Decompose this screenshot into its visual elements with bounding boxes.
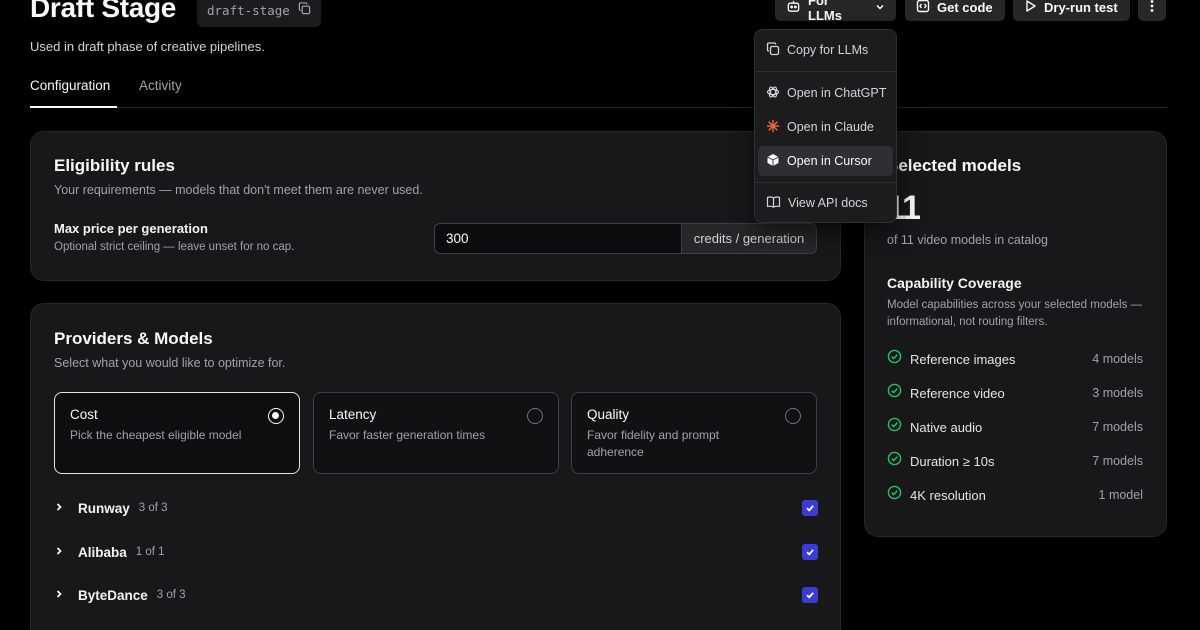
chevron-right-icon[interactable] (54, 543, 64, 561)
capability-label: Reference video (910, 385, 1005, 401)
check-circle-icon (887, 349, 902, 369)
option-description: Pick the cheapest eligible model (70, 428, 242, 442)
option-title: Latency (329, 407, 377, 422)
more-options-button[interactable] (1138, 0, 1166, 21)
provider-row-runway[interactable]: Runway 3 of 3 (54, 497, 818, 519)
providers-models-subtitle: Select what you would like to optimize f… (54, 356, 286, 370)
capability-row: Reference video 3 models (887, 383, 1143, 403)
provider-row-bytedance[interactable]: ByteDance 3 of 3 (54, 584, 818, 606)
tab-activity[interactable]: Activity (139, 78, 182, 93)
optimize-option-quality[interactable]: Quality Favor fidelity and prompt adhere… (571, 392, 817, 474)
page-subtitle: Used in draft phase of creative pipeline… (30, 39, 265, 54)
chatgpt-icon (766, 85, 780, 102)
capability-count: 3 models (1092, 386, 1143, 400)
optimize-option-cost[interactable]: Cost Pick the cheapest eligible model (54, 392, 300, 474)
menu-item-copy-for-llms[interactable]: Copy for LLMs (758, 35, 893, 65)
get-code-button[interactable]: Get code (905, 0, 1005, 21)
eligibility-subtitle: Your requirements — models that don't me… (54, 183, 423, 197)
eligibility-card (30, 131, 841, 281)
provider-name: ByteDance (78, 587, 148, 603)
menu-item-label: Open in Claude (787, 120, 874, 134)
dry-run-button[interactable]: Dry-run test (1013, 0, 1130, 21)
capability-row: Reference images 4 models (887, 349, 1143, 369)
tabs-divider (30, 107, 1167, 108)
tab-configuration[interactable]: Configuration (30, 78, 110, 93)
option-description: Favor fidelity and prompt adherence (587, 428, 720, 459)
menu-item-label: Open in ChatGPT (787, 86, 887, 100)
menu-item-label: Copy for LLMs (787, 43, 869, 57)
provider-checkbox[interactable] (802, 587, 818, 603)
capability-row: 4K resolution 1 model (887, 485, 1143, 505)
dry-run-label: Dry-run test (1044, 0, 1118, 15)
providers-models-title: Providers & Models (54, 329, 213, 348)
max-price-input[interactable] (434, 223, 682, 254)
capability-count: 1 model (1098, 488, 1143, 502)
max-price-label: Max price per generation (54, 221, 208, 236)
provider-checkbox[interactable] (802, 500, 818, 516)
eligibility-title: Eligibility rules (54, 156, 175, 175)
capability-label: 4K resolution (910, 487, 986, 503)
provider-count: 1 of 1 (135, 546, 165, 558)
capability-label: Reference images (910, 351, 1016, 367)
for-llms-label: For LLMs (808, 0, 842, 23)
menu-item-open-in-chatgpt[interactable]: Open in ChatGPT (758, 78, 893, 108)
capability-coverage-subtitle: Model capabilities across your selected … (887, 299, 1143, 328)
provider-name: Alibaba (78, 544, 127, 560)
claude-icon (766, 119, 780, 136)
optimize-option-latency[interactable]: Latency Favor faster generation times (313, 392, 559, 474)
chevron-right-icon[interactable] (54, 586, 64, 604)
play-icon (1024, 0, 1037, 16)
capability-count: 7 models (1092, 420, 1143, 434)
selected-models-title: Selected models (887, 156, 1022, 175)
capability-count: 7 models (1092, 454, 1143, 468)
price-unit-suffix: credits / generation (681, 223, 817, 254)
menu-separator (755, 71, 896, 72)
menu-separator (755, 182, 896, 183)
option-title: Cost (70, 407, 98, 422)
check-circle-icon (887, 451, 902, 471)
selected-models-count-sub: of 11 video models in catalog (887, 233, 1048, 247)
for-llms-button[interactable]: For LLMs (775, 0, 896, 23)
capability-row: Native audio 7 models (887, 417, 1143, 437)
max-price-hint: Optional strict ceiling — leave unset fo… (54, 241, 295, 253)
chevron-right-icon[interactable] (54, 499, 64, 517)
radio-button[interactable] (527, 408, 543, 424)
copy-icon (766, 41, 780, 59)
slug-text: draft-stage (207, 3, 290, 18)
check-circle-icon (887, 417, 902, 437)
capability-row: Duration ≥ 10s 7 models (887, 451, 1143, 471)
provider-name: Runway (78, 500, 130, 516)
copy-icon[interactable] (298, 1, 311, 20)
capability-coverage-title: Capability Coverage (887, 275, 1022, 291)
menu-item-open-in-claude[interactable]: Open in Claude (758, 112, 893, 142)
menu-item-label: Open in Cursor (787, 154, 872, 168)
active-tab-indicator (30, 106, 117, 108)
for-llms-menu: Copy for LLMs Open in ChatGPT Open in Cl… (754, 29, 897, 223)
option-title: Quality (587, 407, 630, 422)
code-icon (916, 0, 930, 16)
provider-row-alibaba[interactable]: Alibaba 1 of 1 (54, 541, 818, 563)
book-icon (766, 195, 781, 212)
menu-item-open-in-cursor[interactable]: Open in Cursor (758, 146, 893, 176)
more-vertical-icon (1150, 0, 1154, 16)
capability-count: 4 models (1092, 352, 1143, 366)
provider-count: 3 of 3 (156, 589, 186, 601)
get-code-label: Get code (937, 0, 993, 15)
chevron-down-icon (875, 0, 885, 15)
radio-button[interactable] (785, 408, 801, 424)
cursor-icon (766, 153, 780, 170)
page-title: Draft Stage (30, 0, 177, 23)
menu-item-label: View API docs (788, 196, 868, 210)
radio-button[interactable] (268, 408, 284, 424)
provider-checkbox[interactable] (802, 544, 818, 560)
check-circle-icon (887, 383, 902, 403)
check-circle-icon (887, 485, 902, 505)
menu-item-view-api-docs[interactable]: View API docs (758, 188, 893, 218)
option-description: Favor faster generation times (329, 428, 486, 442)
robot-icon (786, 0, 801, 16)
capability-label: Duration ≥ 10s (910, 453, 995, 469)
slug-chip[interactable]: draft-stage (197, 0, 321, 27)
provider-count: 3 of 3 (138, 502, 168, 514)
capability-label: Native audio (910, 419, 983, 435)
